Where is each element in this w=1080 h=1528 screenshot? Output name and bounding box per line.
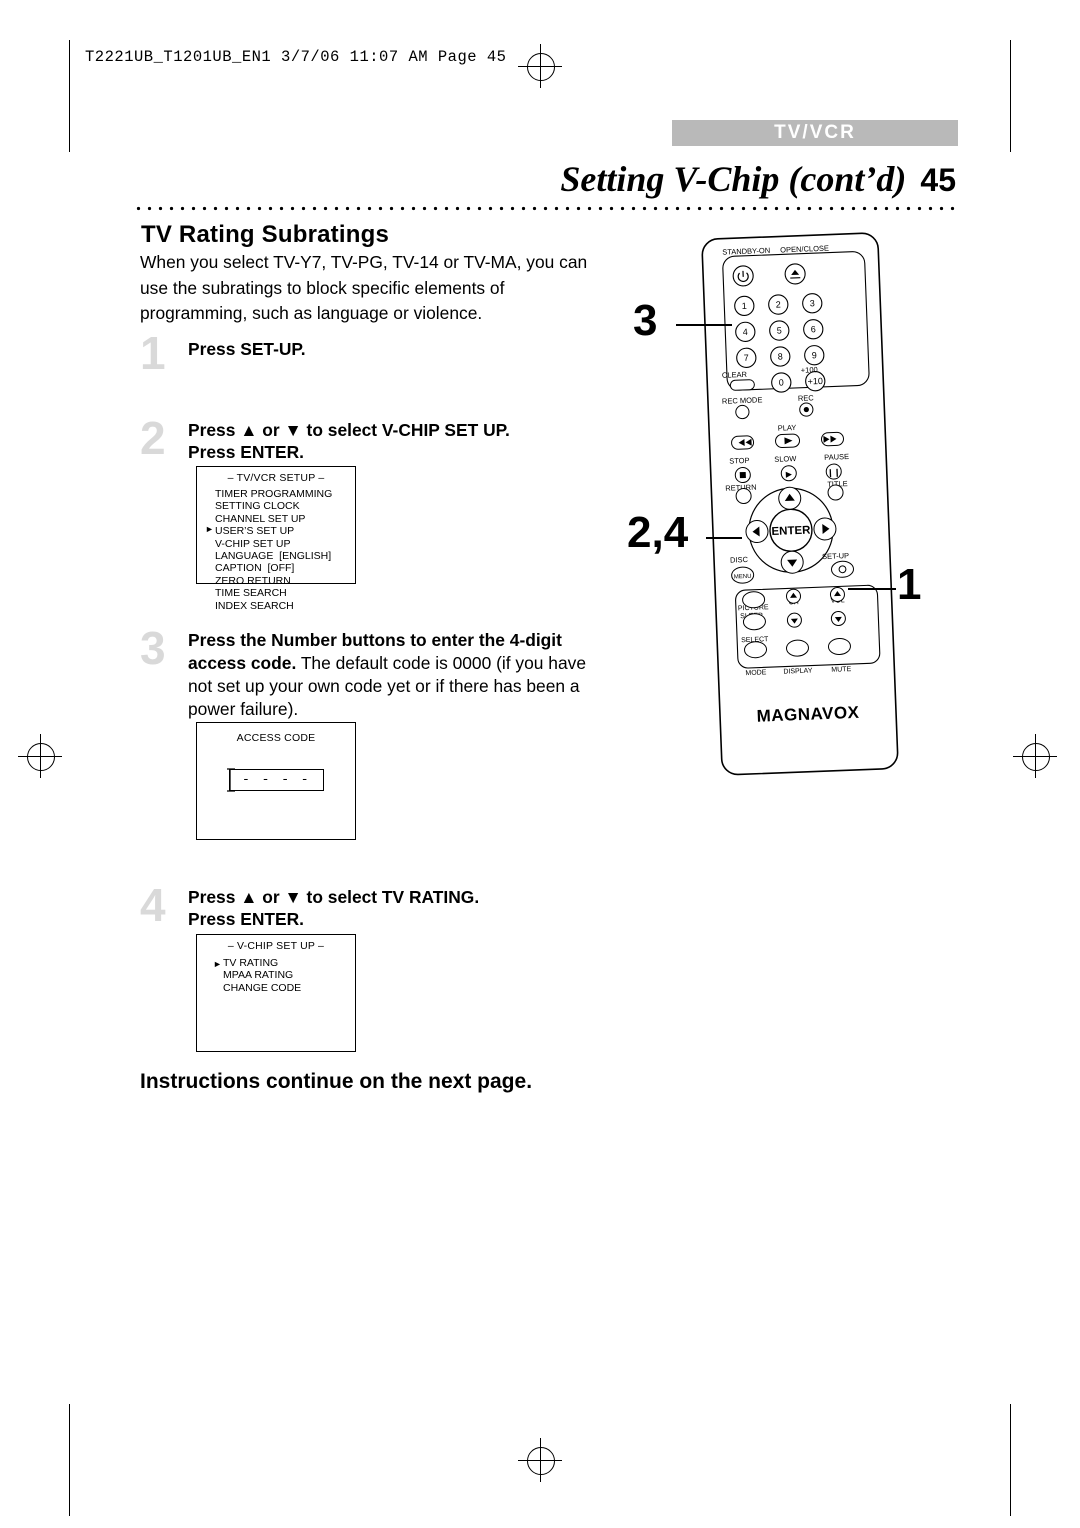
print-slug: T2221UB_T1201UB_EN1 3/7/06 11:07 AM Page… <box>85 48 507 66</box>
svg-text:DISPLAY: DISPLAY <box>783 668 813 676</box>
svg-text:+10: +10 <box>807 376 823 387</box>
svg-text:❙❙: ❙❙ <box>827 468 841 478</box>
registration-mark-top <box>518 44 562 88</box>
step-1-text: Press SET-UP. <box>188 339 306 359</box>
intro-paragraph: When you select TV-Y7, TV-PG, TV-14 or T… <box>140 252 588 323</box>
crop-mark-right-bottom <box>1010 1404 1011 1516</box>
osd-vchip-setup-title: – V-CHIP SET UP – <box>227 940 325 952</box>
access-code-entry-box: - - - - <box>229 769 324 791</box>
svg-text:3: 3 <box>810 298 815 308</box>
osd-item: CHANGE CODE <box>223 981 302 994</box>
remote-control-illustration: 1 2 3 4 5 6 7 8 9 0 +10 CLEAR +100 REC MODE REC… <box>701 232 899 776</box>
osd-tvvcr-setup-cursor: ► <box>205 524 214 534</box>
step-2-text-line2: Press ENTER. <box>188 442 304 462</box>
svg-text:6: 6 <box>811 324 816 334</box>
crop-mark-left-bottom <box>69 1404 70 1516</box>
svg-text:SET-UP: SET-UP <box>822 551 849 561</box>
svg-text:5: 5 <box>777 325 782 335</box>
step-1-number: 1 <box>140 327 166 379</box>
callout-3-leader <box>676 324 732 326</box>
svg-text:REC: REC <box>798 393 815 403</box>
access-code-dashes: - - - - <box>242 772 311 787</box>
registration-circle <box>527 53 555 81</box>
step-3-text: Press the Number buttons to enter the 4-… <box>188 629 613 721</box>
osd-item: TIMER PROGRAMMING <box>215 488 333 500</box>
crop-mark-left <box>69 40 70 152</box>
step-2-number: 2 <box>140 412 166 464</box>
svg-text:MUTE: MUTE <box>831 666 851 674</box>
step-2-text-line1: Press ▲ or ▼ to select V-CHIP SET UP. <box>188 420 510 440</box>
registration-mark-bottom <box>518 1438 562 1482</box>
svg-text:MAGNAVOX: MAGNAVOX <box>756 703 860 726</box>
title-dot-rule <box>133 206 958 211</box>
svg-text:PAUSE: PAUSE <box>824 452 849 462</box>
access-code-cursor-icon <box>227 768 235 792</box>
svg-text:OPEN/CLOSE: OPEN/CLOSE <box>780 244 829 255</box>
osd-vchip-setup-cursor: ► <box>213 959 222 969</box>
svg-text:STOP: STOP <box>729 456 750 466</box>
callout-1: 1 <box>897 560 922 609</box>
tvvcr-tab: TV/VCR <box>672 120 958 146</box>
svg-text:9: 9 <box>812 350 817 360</box>
svg-text:DISC: DISC <box>730 555 749 565</box>
svg-text:7: 7 <box>744 353 749 363</box>
callout-2-4: 2,4 <box>627 508 689 557</box>
callout-3: 3 <box>633 296 658 345</box>
svg-text:ENTER: ENTER <box>771 524 811 538</box>
osd-item: TV RATING <box>223 957 279 969</box>
osd-item: CHANNEL SET UP <box>215 512 306 525</box>
osd-item: CAPTION [OFF] <box>215 562 295 575</box>
step-3-number: 3 <box>140 622 166 674</box>
osd-access-code: ACCESS CODE - - - - <box>196 722 356 840</box>
step-4-text-line1: Press ▲ or ▼ to select TV RATING. <box>188 887 480 907</box>
osd-vchip-setup: – V-CHIP SET UP – ► TV RATING MPAA RATING… <box>196 934 356 1052</box>
svg-text:SLOW: SLOW <box>774 454 797 464</box>
svg-text:2: 2 <box>776 299 781 309</box>
osd-item: MPAA RATING <box>223 969 294 982</box>
page-title-text: Setting V-Chip (cont’d) <box>560 159 907 199</box>
svg-text:PLAY: PLAY <box>778 423 797 433</box>
osd-item: INDEX SEARCH <box>215 599 294 612</box>
section-heading: TV Rating Subratings <box>141 221 390 248</box>
callout-2-4-leader <box>706 537 742 539</box>
svg-text:MENU: MENU <box>734 574 752 581</box>
crop-mark-right <box>1010 40 1011 152</box>
registration-circle <box>27 743 55 771</box>
osd-vchip-setup-items: TV RATING MPAA RATING CHANGE CODE <box>223 957 301 994</box>
osd-item: USER’S SET UP <box>215 525 295 538</box>
svg-text:REC MODE: REC MODE <box>722 395 763 406</box>
osd-item: SETTING CLOCK <box>215 500 300 513</box>
callout-1-leader <box>848 588 896 590</box>
registration-circle <box>527 1447 555 1475</box>
svg-text:+100: +100 <box>801 365 818 375</box>
tvvcr-tab-label: TV/VCR <box>774 122 856 143</box>
svg-text:8: 8 <box>778 351 783 361</box>
registration-circle <box>1022 743 1050 771</box>
svg-text:4: 4 <box>743 327 748 337</box>
document-page: T2221UB_T1201UB_EN1 3/7/06 11:07 AM Page… <box>0 0 1080 1528</box>
step-4-number: 4 <box>140 879 166 931</box>
osd-tvvcr-setup: – TV/VCR SETUP – ► TIMER PROGRAMMING SETT… <box>196 466 356 612</box>
osd-tvvcr-setup-items: TIMER PROGRAMMING SETTING CLOCK CHANNEL SE… <box>215 488 332 612</box>
registration-mark-left <box>18 734 62 778</box>
osd-item: TIME SEARCH <box>215 587 287 600</box>
page-number: 45 <box>920 162 956 198</box>
page-title: Setting V-Chip (cont’d) 45 <box>560 158 956 200</box>
osd-tvvcr-setup-title: – TV/VCR SETUP – <box>227 472 325 484</box>
osd-item: V-CHIP SET UP <box>215 537 291 550</box>
svg-text:1: 1 <box>742 301 747 311</box>
svg-text:CLEAR: CLEAR <box>722 370 748 380</box>
osd-item: LANGUAGE [ENGLISH] <box>215 550 332 563</box>
svg-text:0: 0 <box>779 377 784 387</box>
step-4-text-line2: Press ENTER. <box>188 909 304 929</box>
registration-mark-right <box>1013 734 1057 778</box>
continue-note: Instructions continue on the next page. <box>140 1070 533 1093</box>
svg-text:STANDBY-ON: STANDBY-ON <box>722 246 770 257</box>
osd-access-code-title: ACCESS CODE <box>236 732 316 744</box>
osd-item: ZERO RETURN <box>215 574 291 587</box>
svg-text:MODE: MODE <box>745 669 767 677</box>
